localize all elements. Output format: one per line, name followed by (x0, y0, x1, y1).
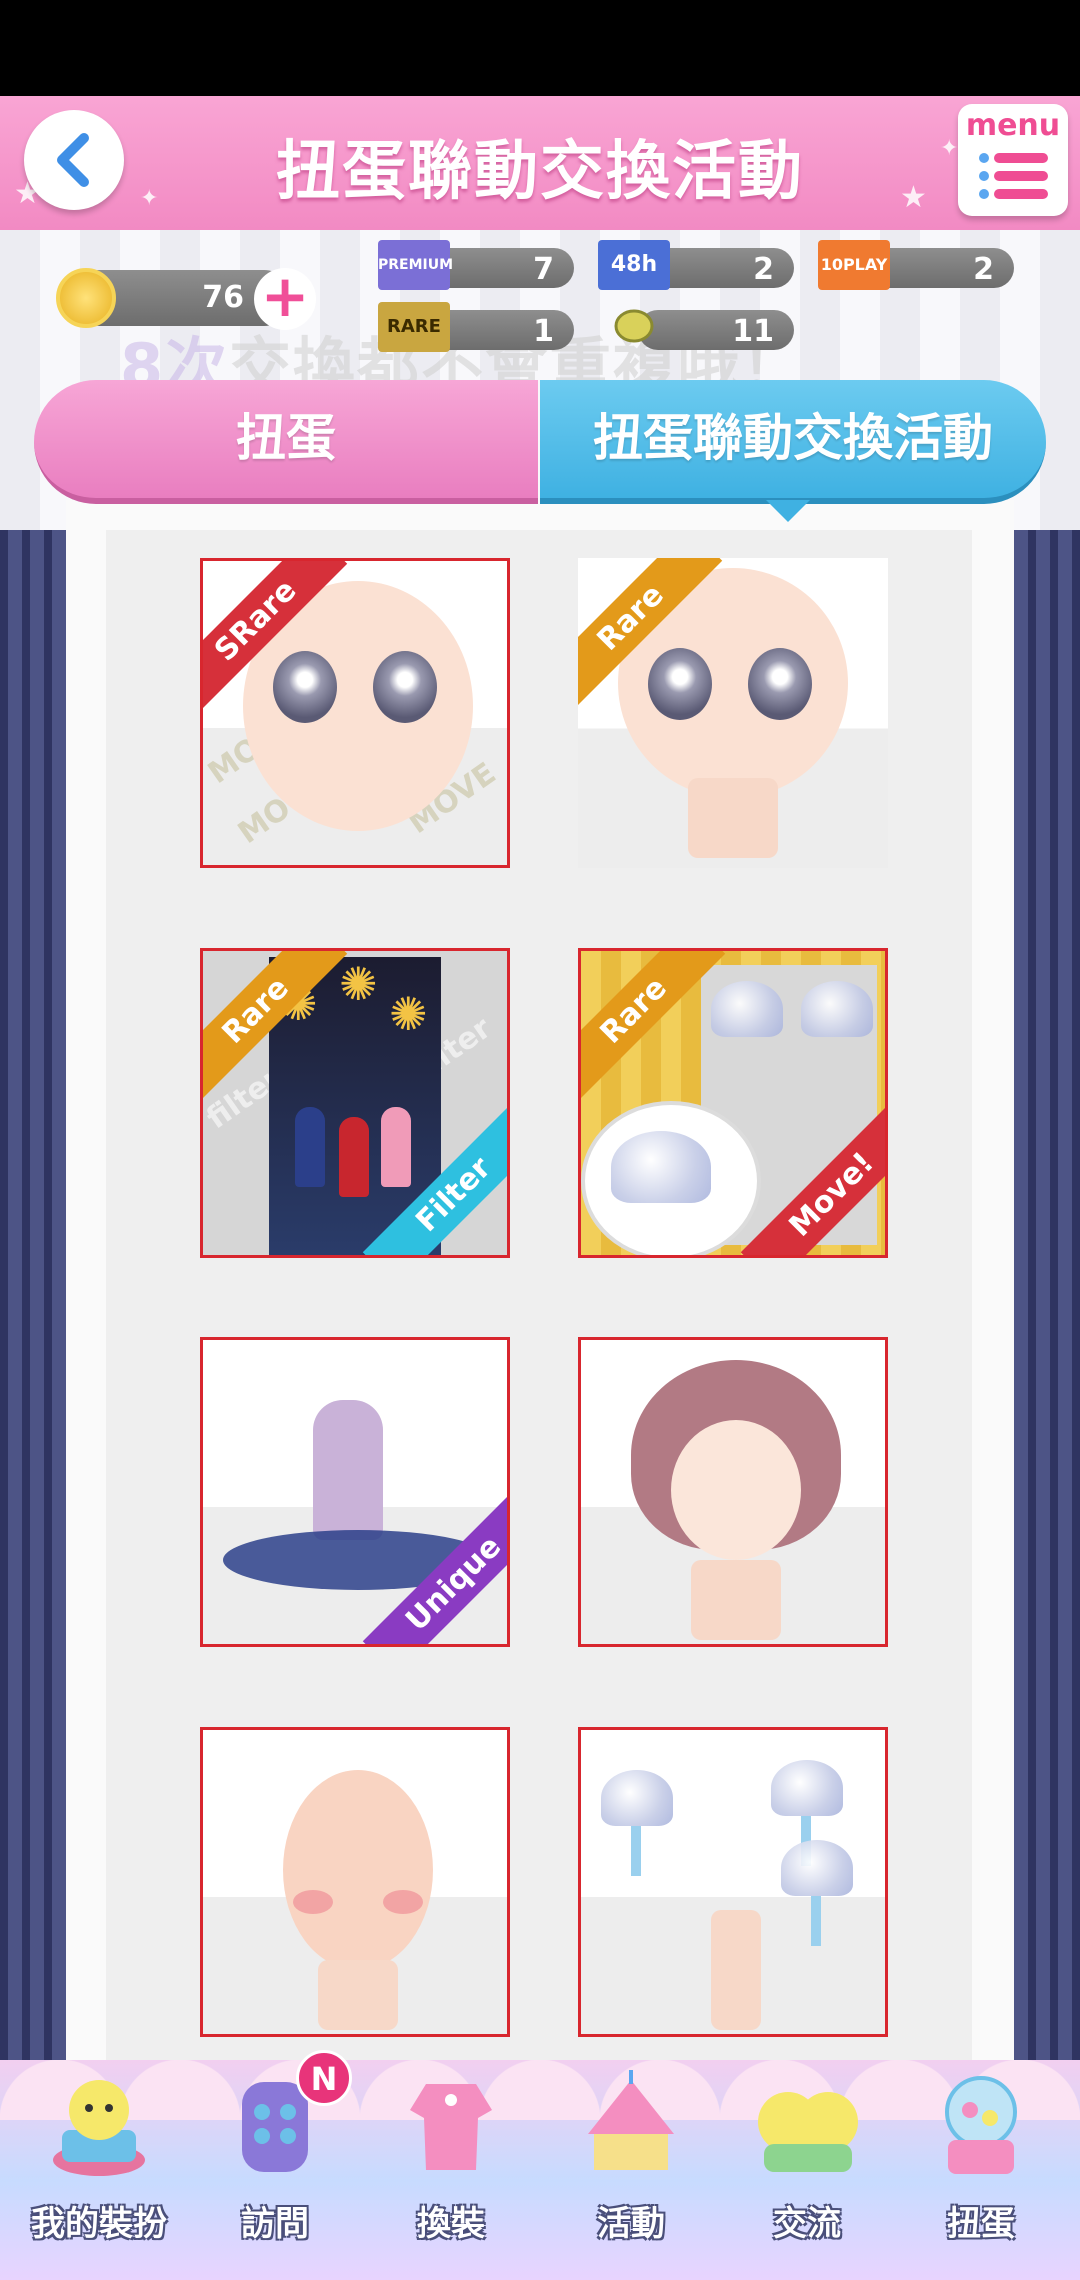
gacha-item-6[interactable] (578, 1337, 888, 1647)
status-bar (0, 0, 1080, 96)
gacha-item-4[interactable]: Rare Move! (578, 948, 888, 1258)
tab-gacha-collab-exchange[interactable]: 扭蛋聯動交換活動 (540, 380, 1046, 504)
nav-event[interactable]: 活動 (546, 2070, 716, 2280)
chevron-left-icon (57, 133, 89, 187)
event-tent-icon (588, 2070, 674, 2170)
page-title: 扭蛋聯動交換活動 (276, 135, 804, 209)
tab-gacha[interactable]: 扭蛋 (34, 380, 538, 504)
notification-badge: N (296, 2050, 352, 2106)
ticket-premium: PREMIUM 7 (378, 240, 574, 290)
active-tab-pointer (766, 500, 810, 522)
ticket-10play: 10PLAY 2 (818, 240, 1014, 290)
ticket-lemon: 11 (598, 308, 794, 352)
nav-dress-up[interactable]: 換裝 (366, 2070, 536, 2280)
curtain-right (1014, 530, 1080, 2090)
header-bar: ★ ✦ ★ ✦ 扭蛋聯動交換活動 menu (0, 96, 1080, 230)
gacha-item-7[interactable] (200, 1727, 510, 2037)
add-coins-button[interactable]: + (254, 267, 316, 330)
lemon-icon (598, 302, 670, 352)
back-button[interactable] (24, 110, 124, 210)
coin-count: 76 (202, 280, 244, 315)
tab-bar: 扭蛋 扭蛋聯動交換活動 (34, 380, 1046, 504)
gacha-item-8[interactable] (578, 1727, 888, 2037)
kimono-figure (313, 1400, 383, 1540)
menu-label: menu (965, 108, 1061, 143)
menu-button[interactable]: menu (958, 104, 1068, 216)
gacha-item-1[interactable]: MOVE MOVE MOVE SRare (200, 558, 510, 868)
coin-icon (56, 268, 116, 328)
gacha-item-2[interactable]: Rare (578, 558, 888, 868)
nav-gacha[interactable]: 扭蛋 (896, 2070, 1066, 2280)
nav-friends[interactable]: 交流 (722, 2070, 892, 2280)
premium-ticket-icon: PREMIUM (378, 240, 453, 290)
curtain-left (0, 530, 66, 2090)
10play-ticket-icon: 10PLAY (818, 240, 890, 290)
ticket-rare: RARE 1 (378, 302, 574, 352)
ticket-48h: 48h 2 (598, 240, 794, 290)
nav-my-outfit[interactable]: 我的裝扮 (14, 2070, 184, 2280)
blush-face (283, 1770, 433, 1970)
48h-ticket-icon: 48h (598, 240, 670, 290)
gacha-machine-icon (945, 2076, 1017, 2174)
rare-ticket-icon: RARE (378, 302, 450, 352)
dress-up-icon (410, 2084, 492, 2170)
hamburger-icon (979, 153, 1048, 199)
gacha-item-5[interactable]: Unique (200, 1337, 510, 1647)
my-outfit-icon (53, 2080, 145, 2176)
friends-icon (758, 2092, 858, 2172)
gacha-item-3[interactable]: filter filter ✺ ✺ ✺ Rare Filter (200, 948, 510, 1258)
